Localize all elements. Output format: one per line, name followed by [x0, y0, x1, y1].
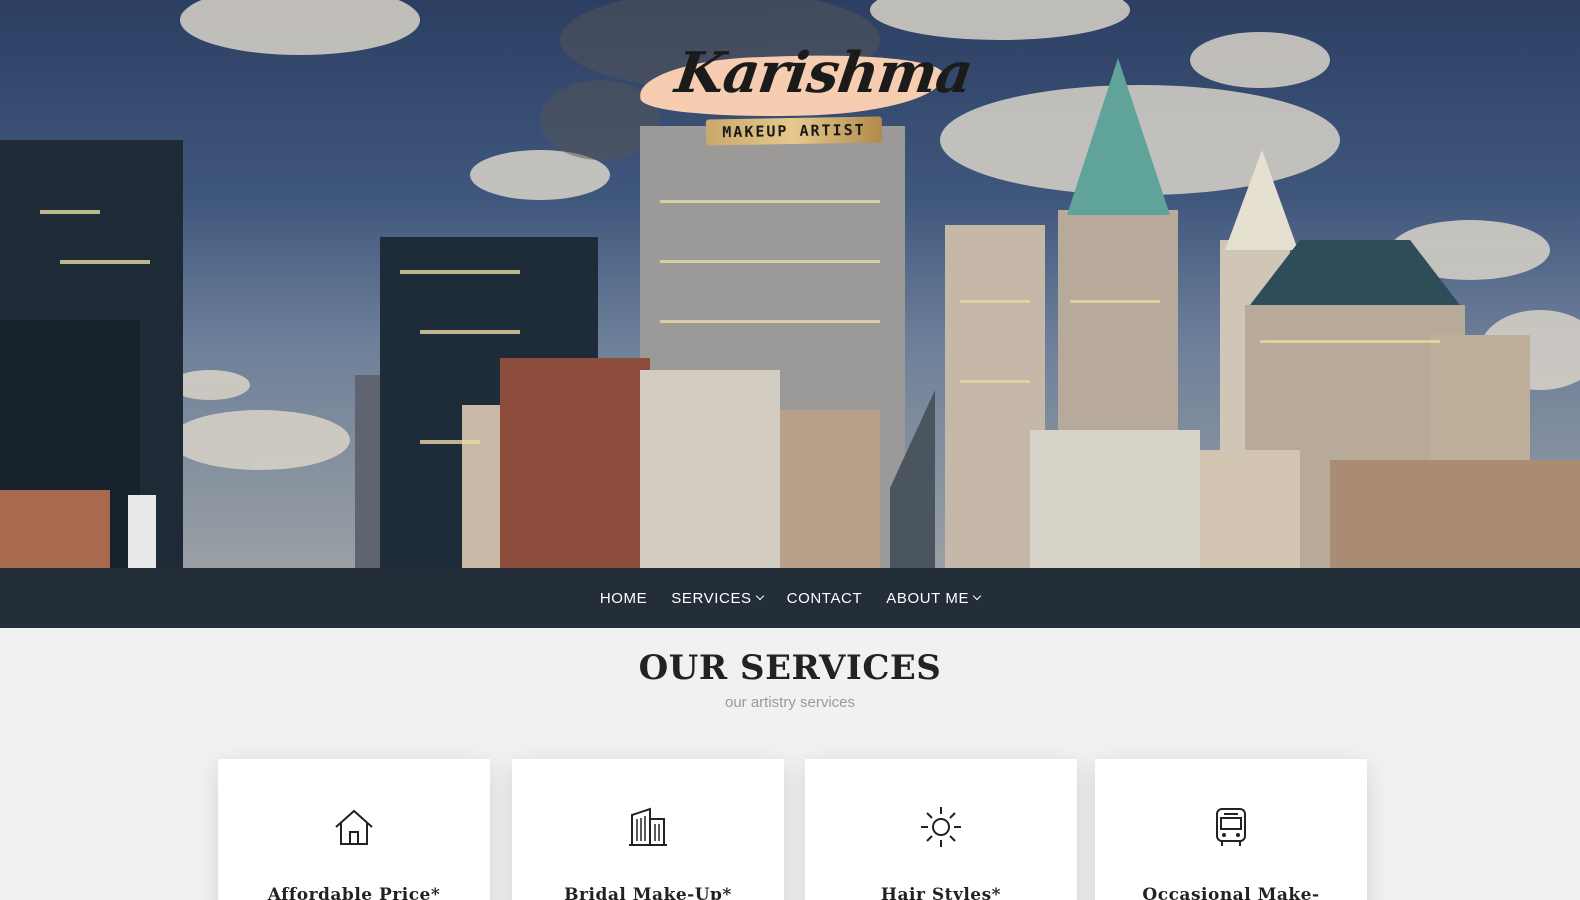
- nav-item-label: ABOUT ME: [886, 589, 970, 607]
- service-card[interactable]: Hair Styles*: [805, 759, 1077, 900]
- logo-tagline: MAKEUP ARTIST: [705, 116, 883, 146]
- chevron-down-icon: [755, 591, 764, 601]
- nav-item-label: SERVICES: [671, 589, 752, 607]
- bus-icon: [1216, 808, 1246, 846]
- nav-item-services[interactable]: SERVICES: [671, 589, 764, 607]
- service-card-title: Bridal Make-Up*: [564, 885, 732, 900]
- nav-item-label: HOME: [599, 589, 648, 607]
- nav-item-home[interactable]: HOME: [600, 590, 647, 607]
- service-card-title: Occasional Make-: [1142, 885, 1320, 900]
- chevron-down-icon: [972, 591, 982, 601]
- site-logo[interactable]: Karishma MAKEUP ARTIST: [639, 32, 977, 150]
- service-card-title: Affordable Price*: [267, 885, 441, 900]
- nav-item-label: CONTACT: [786, 589, 863, 607]
- services-heading: OUR SERVICES: [638, 648, 942, 688]
- nav-item-about-me[interactable]: ABOUT ME: [886, 589, 982, 607]
- hero-banner: Karishma MAKEUP ARTIST: [0, 0, 1580, 568]
- sun-icon: [921, 807, 961, 847]
- service-card[interactable]: Bridal Make-Up*: [512, 759, 784, 900]
- nav-item-contact[interactable]: CONTACT: [787, 590, 863, 607]
- services-subheading: our artistry services: [724, 694, 856, 711]
- home-icon: [335, 809, 373, 845]
- service-card-title: Hair Styles*: [880, 885, 1002, 900]
- service-card[interactable]: Occasional Make-: [1095, 759, 1367, 900]
- main-navigation: HOME SERVICES CONTACT ABOUT ME: [0, 568, 1580, 628]
- building-icon: [629, 807, 667, 846]
- service-card[interactable]: Affordable Price*: [218, 759, 490, 900]
- logo-script-name: Karishma: [671, 40, 977, 106]
